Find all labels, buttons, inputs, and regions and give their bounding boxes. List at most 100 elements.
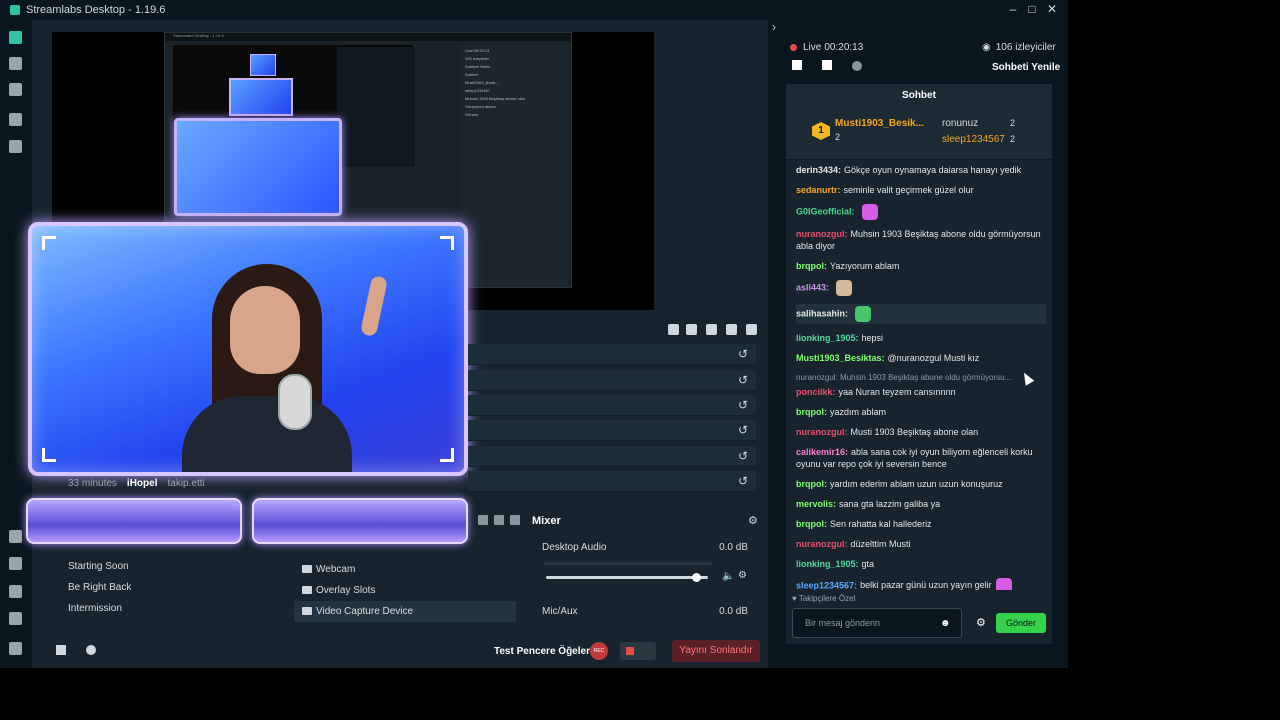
rec-button[interactable]: REC (590, 642, 608, 660)
refresh-chat-button[interactable]: Sohbeti Yenile (992, 62, 1060, 73)
mixer-settings-icon[interactable]: ⚙ (748, 514, 758, 527)
nested-chat-line: 106 izleyiciler (465, 56, 490, 61)
themes-icon[interactable] (9, 57, 22, 70)
chat-username[interactable]: G0IGeofficial: (796, 206, 855, 216)
chat-username[interactable]: sedanurtr: (796, 185, 841, 195)
chat-username[interactable]: salihasahin: (796, 308, 848, 318)
follower-only-label: ♥ Takipçilere Özel (792, 594, 856, 603)
chat-username[interactable]: nuranozgul: (796, 229, 848, 239)
store-icon[interactable] (9, 83, 22, 96)
chat-username[interactable]: brqpol: (796, 519, 827, 529)
chat-message: nuranozgul: Musti 1903 Beşiktaş abone ola… (796, 426, 1046, 438)
profile-icon[interactable] (9, 642, 22, 655)
play-icon[interactable] (9, 140, 22, 153)
maximize-icon[interactable]: □ (1024, 2, 1040, 16)
chat-username[interactable]: Musti1903_Besiktas: (796, 353, 885, 363)
minimize-icon[interactable]: – (1005, 2, 1021, 16)
replay-icon[interactable]: ↺ (738, 373, 748, 387)
chat-settings-icon[interactable]: ⚙ (976, 616, 986, 629)
scene-item[interactable]: Intermission (58, 598, 280, 619)
replay-icon[interactable]: ↺ (738, 347, 748, 361)
chat-username[interactable]: brqpol: (796, 261, 827, 271)
chat-username[interactable]: asli443: (796, 282, 829, 292)
chat-text: @nuranozgul Musti kız (887, 353, 980, 363)
alert-row[interactable]: ↺ (468, 471, 756, 492)
scene-item[interactable]: Be Right Back (58, 577, 280, 598)
chat-username[interactable]: brqpol: (796, 407, 827, 417)
replay-icon[interactable]: ↺ (738, 449, 748, 463)
follow-time: 33 minutes (68, 478, 117, 489)
pause-icon[interactable] (686, 324, 697, 335)
nested-chat-line: Sohbeti Yenile (465, 64, 491, 69)
folder-add-icon[interactable] (510, 515, 520, 525)
studio-mode-icon[interactable] (9, 557, 22, 570)
replay-icon[interactable]: ↺ (738, 474, 748, 488)
edit-icon[interactable] (792, 60, 802, 70)
skip-icon[interactable] (706, 324, 717, 335)
settings-icon[interactable] (9, 612, 22, 625)
filter-icon[interactable] (668, 324, 679, 335)
chat-username[interactable]: nuranozgul: (796, 427, 848, 437)
eye-icon: ◉ (982, 42, 991, 53)
widgets-icon[interactable] (9, 113, 22, 126)
alert-row[interactable]: ↺ (468, 446, 756, 467)
alert-row[interactable]: ↺ (468, 395, 756, 416)
chat-username[interactable]: derin3434: (796, 165, 841, 175)
volume-icon[interactable] (746, 324, 757, 335)
end-stream-button[interactable]: Yayını Sonlandır (672, 640, 760, 662)
replay-icon[interactable]: ↺ (738, 423, 748, 437)
source-add-icon[interactable] (478, 515, 488, 525)
alert-row[interactable]: ↺ (468, 344, 756, 365)
stop-button[interactable] (620, 642, 656, 660)
alert-row[interactable]: ↺ (468, 420, 756, 441)
follow-action: takip.etti (167, 478, 205, 489)
bell-icon[interactable] (86, 645, 96, 655)
replay-icon[interactable]: ↺ (738, 398, 748, 412)
source-item[interactable]: Webcam (294, 559, 516, 580)
chat-username[interactable]: calikemir16: (796, 447, 848, 457)
speaker-icon[interactable]: 🔈 (722, 571, 734, 582)
track-settings-icon[interactable]: ⚙ (738, 570, 747, 581)
track-label: Mic/Aux (542, 606, 578, 617)
reply-context: nuranozgul: Muhsin 1903 Beşiktaş abone o… (796, 373, 1012, 382)
source-label: Overlay Slots (316, 585, 376, 596)
emoji-icon[interactable]: ☻ (940, 618, 951, 629)
share-icon[interactable] (852, 61, 862, 71)
mute-alerts-icon[interactable] (726, 324, 737, 335)
chat-message: brqpol: Sen rahatta kal hallederiz (796, 518, 1046, 530)
chat-username[interactable]: poncilkk: (796, 387, 836, 397)
mixer-title: Mixer (532, 515, 561, 527)
leader-second-count: 2 (1010, 118, 1016, 128)
chat-username[interactable]: lionking_1905: (796, 333, 859, 343)
volume-slider[interactable] (546, 573, 708, 582)
chat-username[interactable]: sleep1234567: (796, 580, 857, 590)
scene-item[interactable]: Starting Soon (58, 556, 280, 577)
chat-title: Sohbet (786, 84, 1052, 108)
volume-meter (544, 562, 712, 565)
collapse-chevron-icon[interactable]: › (772, 20, 776, 34)
source-settings-icon[interactable] (494, 515, 504, 525)
chat-input[interactable]: Bir mesaj gönderin (792, 608, 962, 638)
video-icon[interactable] (822, 60, 832, 70)
chat-username[interactable]: nuranozgul: (796, 539, 848, 549)
chat-username[interactable]: lionking_1905: (796, 559, 859, 569)
chat-username[interactable]: brqpol: (796, 479, 827, 489)
chat-username[interactable]: mervolis: (796, 499, 836, 509)
close-icon[interactable]: ✕ (1044, 2, 1060, 16)
stats-icon[interactable] (56, 645, 66, 655)
apps-icon[interactable] (9, 530, 22, 543)
emote-icon (836, 280, 853, 296)
webcam-frame-main[interactable] (28, 222, 468, 476)
source-item-selected[interactable]: Video Capture Device (294, 601, 516, 622)
layout-icon[interactable] (9, 585, 22, 598)
nested-chat-line: Yazıyorum ablam (465, 104, 496, 109)
alert-row[interactable]: ↺ (468, 370, 756, 391)
chat-message: derin3434: Gökçe oyun oynamaya daiarsa ha… (796, 164, 1046, 176)
live-status: Live 00:20:13 (790, 42, 863, 53)
slider-knob[interactable] (692, 573, 702, 582)
source-item[interactable]: Overlay Slots (294, 580, 516, 601)
frame-corner (440, 236, 454, 250)
editor-icon[interactable] (9, 31, 22, 44)
test-widgets-button[interactable]: Test Pencere Öğeleri (494, 646, 593, 657)
send-button[interactable]: Gönder (996, 613, 1046, 633)
